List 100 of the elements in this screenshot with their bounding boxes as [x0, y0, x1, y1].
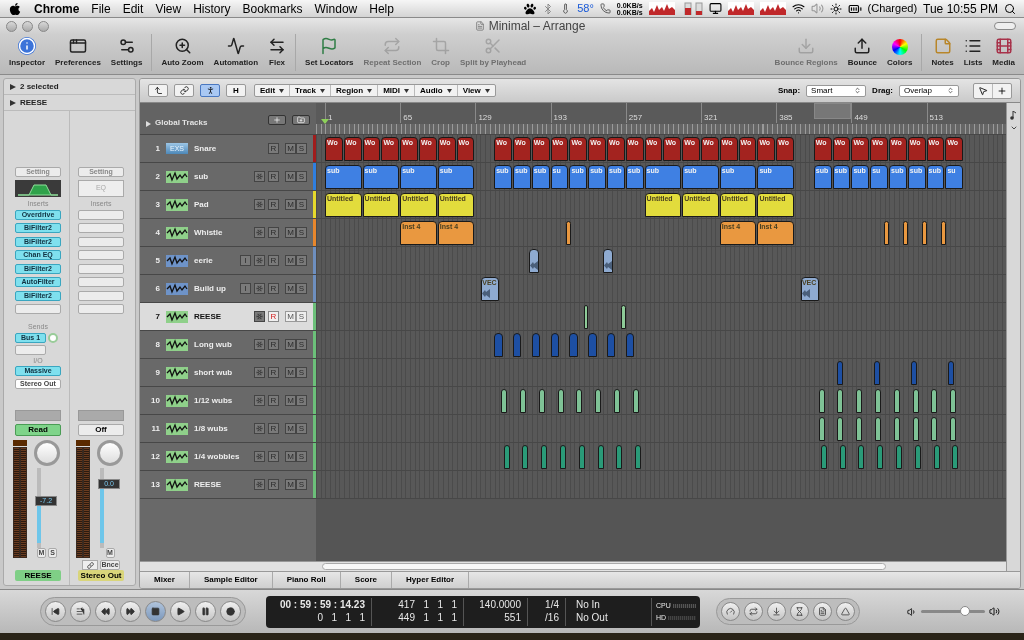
close-button[interactable] [6, 20, 17, 32]
record-button[interactable]: R [268, 171, 279, 182]
hide-button[interactable]: H [226, 84, 246, 97]
midi-region[interactable] [893, 389, 900, 413]
midi-region[interactable] [621, 305, 626, 329]
menu-button[interactable]: Edit [255, 85, 290, 96]
midi-region[interactable] [576, 389, 583, 413]
record-button[interactable]: R [268, 451, 279, 462]
midi-region[interactable] [931, 389, 938, 413]
midi-region[interactable] [933, 445, 940, 469]
midi-region[interactable] [912, 417, 919, 441]
midi-region[interactable] [856, 417, 863, 441]
add-track-button[interactable] [268, 115, 286, 125]
midi-region[interactable] [912, 389, 919, 413]
midi-region[interactable] [557, 389, 564, 413]
midi-region[interactable] [893, 417, 900, 441]
transport-button[interactable] [70, 601, 91, 622]
toolbar-button[interactable]: Settings [105, 37, 148, 69]
audio-region[interactable] [603, 249, 614, 273]
toolbar-button[interactable]: Bounce [842, 37, 883, 69]
editor-tab[interactable]: Sample Editor [189, 572, 273, 588]
toolbar-button[interactable]: Lists [958, 37, 988, 69]
record-button[interactable]: R [268, 255, 279, 266]
record-button[interactable]: R [268, 143, 279, 154]
mode-button[interactable] [767, 602, 786, 621]
toolbar-button[interactable]: Automation [208, 37, 264, 69]
toolbar-button[interactable]: Notes [926, 37, 959, 69]
toolbar-button[interactable]: Set Locators [300, 37, 359, 69]
record-button[interactable]: R [268, 395, 279, 406]
link-button[interactable] [174, 84, 194, 97]
midi-region[interactable] [614, 389, 621, 413]
menu-item[interactable]: File [91, 0, 111, 18]
midi-region[interactable] [914, 445, 921, 469]
bar-ruler[interactable]: 1 65 129 193 257 321 385 449 513 [316, 103, 1006, 134]
editor-tab[interactable]: Piano Roll [272, 572, 341, 588]
menu-button[interactable]: Audio [414, 85, 457, 96]
midi-region[interactable] [632, 389, 639, 413]
input-button[interactable]: I [240, 283, 251, 294]
phone-icon[interactable] [599, 3, 611, 14]
transport-button[interactable] [195, 601, 216, 622]
wifi-icon[interactable] [791, 2, 805, 15]
midi-region[interactable] [837, 389, 844, 413]
toolbar-button[interactable]: Inspector [4, 37, 50, 69]
audio-region[interactable] [529, 249, 539, 273]
stereo-link-button[interactable] [82, 560, 98, 570]
pan-knob[interactable] [34, 440, 60, 466]
record-button[interactable]: R [268, 283, 279, 294]
toolbar-button[interactable]: Preferences [50, 37, 106, 69]
midi-region[interactable] [874, 389, 881, 413]
menu-item[interactable]: Edit [122, 0, 144, 18]
menu-item[interactable]: Help [369, 0, 394, 18]
editor-tab[interactable]: Score [340, 572, 393, 588]
midi-region[interactable] [952, 445, 959, 469]
toolbar-button[interactable]: Auto Zoom [156, 37, 209, 69]
toolbar-button[interactable]: Flex [263, 37, 292, 69]
midi-region[interactable] [597, 445, 604, 469]
solo-button[interactable]: S [296, 311, 307, 322]
midi-region[interactable] [501, 389, 508, 413]
midi-region[interactable] [874, 417, 881, 441]
midi-region[interactable] [950, 417, 957, 441]
midi-region[interactable] [940, 221, 946, 245]
midi-region[interactable] [578, 445, 585, 469]
read-mode-selector[interactable]: Off [78, 424, 124, 436]
catch-button[interactable] [200, 84, 220, 97]
global-tracks-header[interactable]: Global Tracks [140, 103, 316, 134]
menu-button[interactable]: Region [330, 85, 378, 96]
midi-region[interactable] [921, 221, 927, 245]
menu-item[interactable]: Window [314, 0, 358, 18]
back-button[interactable] [148, 84, 168, 97]
apple-icon[interactable] [8, 1, 22, 16]
toolbar-button[interactable]: Media [987, 37, 1020, 69]
pan-knob[interactable] [97, 440, 123, 466]
midi-region[interactable] [856, 389, 863, 413]
editor-tab[interactable]: Mixer [140, 572, 190, 588]
minimize-button[interactable] [22, 20, 33, 32]
record-button[interactable]: R [268, 199, 279, 210]
menu-item[interactable]: Bookmarks [242, 0, 303, 18]
inspector-section-header[interactable]: REESE [4, 95, 135, 111]
midi-region[interactable] [520, 389, 527, 413]
midi-region[interactable] [818, 389, 825, 413]
menu-button[interactable]: View [456, 85, 495, 96]
zoom-button[interactable] [38, 20, 49, 32]
mode-button[interactable] [790, 602, 809, 621]
midi-region[interactable] [896, 445, 903, 469]
midi-region[interactable] [931, 417, 938, 441]
midi-region[interactable] [595, 389, 602, 413]
midi-region[interactable] [565, 221, 571, 245]
record-button[interactable]: R [268, 479, 279, 490]
midi-region[interactable] [538, 389, 545, 413]
battery-status[interactable]: (Charged) [867, 0, 918, 17]
menu-item[interactable]: History [193, 0, 231, 18]
menu-button[interactable]: MIDI [377, 85, 414, 96]
mode-button[interactable] [836, 602, 855, 621]
transport-button[interactable] [45, 601, 66, 622]
midi-region[interactable] [522, 445, 529, 469]
transport-button[interactable] [95, 601, 116, 622]
horizontal-scrollbar[interactable] [140, 561, 1006, 571]
midi-region[interactable] [541, 445, 548, 469]
midi-region[interactable] [884, 221, 890, 245]
record-button[interactable]: R [268, 367, 279, 378]
